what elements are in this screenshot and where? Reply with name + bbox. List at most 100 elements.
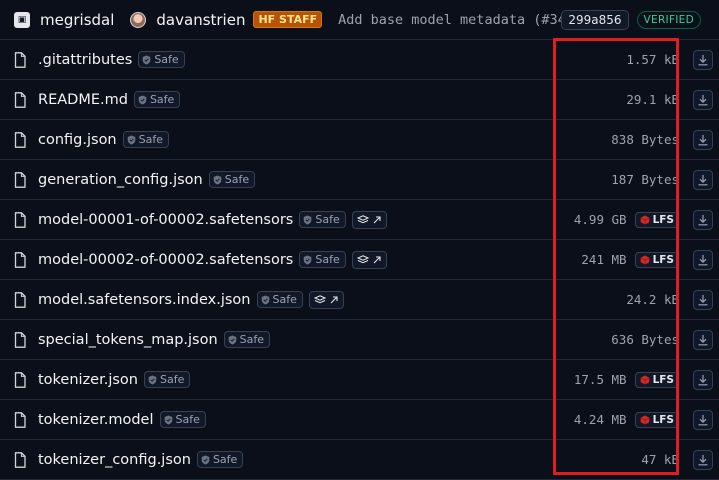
shield-icon [304,215,312,224]
safe-badge[interactable]: Safe [144,371,191,388]
xet-layers-icon [313,294,326,303]
safe-badge[interactable]: Safe [138,51,185,68]
file-name-link[interactable]: model-00001-of-00002.safetensors [38,212,293,228]
file-name-link[interactable]: tokenizer.model [38,412,154,428]
download-icon [698,374,708,385]
commit-author-user[interactable]: davanstrien [156,11,245,29]
size-cell: 4.99 GB LFS [569,211,679,228]
safe-badge[interactable]: Safe [122,131,169,148]
shield-icon [127,135,135,144]
download-button[interactable] [693,409,713,430]
user-avatar-icon[interactable] [130,11,147,28]
file-name-link[interactable]: special_tokens_map.json [38,332,218,348]
size-cell: 47 kB [569,452,679,467]
file-name-link[interactable]: .gitattributes [38,52,132,68]
file-row: tokenizer.json Safe 17.5 MB LFS [0,360,719,400]
commit-author-org[interactable]: megrisdal [40,11,114,29]
shield-icon [228,335,236,344]
download-icon [698,334,708,345]
file-row: model.safetensors.index.json Safe 24.2 k… [0,280,719,320]
shield-icon [148,375,157,384]
file-row: tokenizer.model Safe 4.24 MB LFS [0,400,719,440]
safe-badge[interactable]: Safe [299,251,346,268]
file-size: 29.1 kB [626,92,679,107]
size-cell: 636 Bytes [569,332,679,347]
file-name-link[interactable]: model.safetensors.index.json [38,292,251,308]
file-icon [14,91,26,108]
lfs-label: LFS [652,253,674,266]
shield-icon [213,175,222,184]
safe-label: Safe [149,93,175,106]
download-button[interactable] [693,89,713,110]
download-button[interactable] [693,249,713,270]
download-icon [698,454,708,465]
file-size: 4.99 GB [573,212,627,227]
commit-hash[interactable]: 299a856 [561,9,629,30]
safe-label: Safe [315,213,340,226]
safe-badge[interactable]: Safe [196,451,244,468]
download-button[interactable] [693,329,713,350]
download-button[interactable] [693,289,713,310]
file-row: generation_config.json Safe 187 Bytes [0,160,719,200]
safe-label: Safe [160,373,185,386]
xet-layers-icon [356,214,369,223]
file-name-link[interactable]: generation_config.json [38,172,203,188]
download-button[interactable] [693,129,713,150]
file-name-link[interactable]: tokenizer_config.json [38,452,191,468]
size-cell: 24.2 kB [569,292,679,307]
lfs-cube-icon [640,255,650,264]
file-size: 47 kB [641,452,679,467]
download-button[interactable] [693,369,713,390]
lfs-badge[interactable]: LFS [634,251,679,268]
shield-icon [164,415,172,424]
safe-label: Safe [154,53,179,66]
file-row: model-00002-of-00002.safetensors Safe 24… [0,240,719,280]
file-name-link[interactable]: README.md [38,92,128,108]
file-name-link[interactable]: tokenizer.json [38,372,138,388]
safe-badge[interactable]: Safe [256,291,303,308]
safe-label: Safe [175,413,200,426]
lfs-badge[interactable]: LFS [634,371,679,388]
xet-storage-badge[interactable] [351,210,387,229]
download-icon [698,134,708,145]
file-icon [14,171,26,188]
safe-badge[interactable]: Safe [299,211,346,228]
commit-bar: ▣ megrisdal davanstrien HF STAFF Add bas… [0,0,719,40]
external-link-icon [330,295,338,303]
shield-icon [304,255,312,264]
shield-icon [138,95,147,104]
safe-label: Safe [239,333,265,346]
safe-label: Safe [272,293,297,306]
file-name-link[interactable]: config.json [38,132,117,148]
file-row: tokenizer_config.json Safe 47 kB [0,440,719,480]
size-cell: 29.1 kB [569,92,679,107]
size-cell: 838 Bytes [569,132,679,147]
commit-message[interactable]: Add base model metadata (#34) [338,12,561,28]
hf-staff-badge: HF STAFF [253,11,323,28]
safe-badge[interactable]: Safe [208,171,256,188]
safe-badge[interactable]: Safe [223,331,271,348]
safe-badge[interactable]: Safe [159,411,206,428]
file-row: README.md Safe 29.1 kB [0,80,719,120]
org-avatar-icon[interactable]: ▣ [14,11,30,28]
safe-badge[interactable]: Safe [133,91,181,108]
file-name-link[interactable]: model-00002-of-00002.safetensors [38,252,293,268]
download-icon [698,254,708,265]
external-link-icon [373,215,381,223]
xet-storage-badge[interactable] [308,290,344,309]
shield-icon [261,295,269,304]
safe-label: Safe [138,133,163,146]
lfs-badge[interactable]: LFS [634,211,679,228]
download-icon [698,214,708,225]
lfs-label: LFS [652,413,674,426]
download-button[interactable] [693,449,713,470]
download-button[interactable] [693,49,713,70]
xet-storage-badge[interactable] [351,250,387,269]
lfs-badge[interactable]: LFS [634,411,679,428]
download-icon [698,54,708,65]
download-button[interactable] [693,209,713,230]
size-cell: 187 Bytes [569,172,679,187]
file-size: 4.24 MB [573,412,627,427]
file-icon [14,131,26,148]
download-button[interactable] [693,169,713,190]
